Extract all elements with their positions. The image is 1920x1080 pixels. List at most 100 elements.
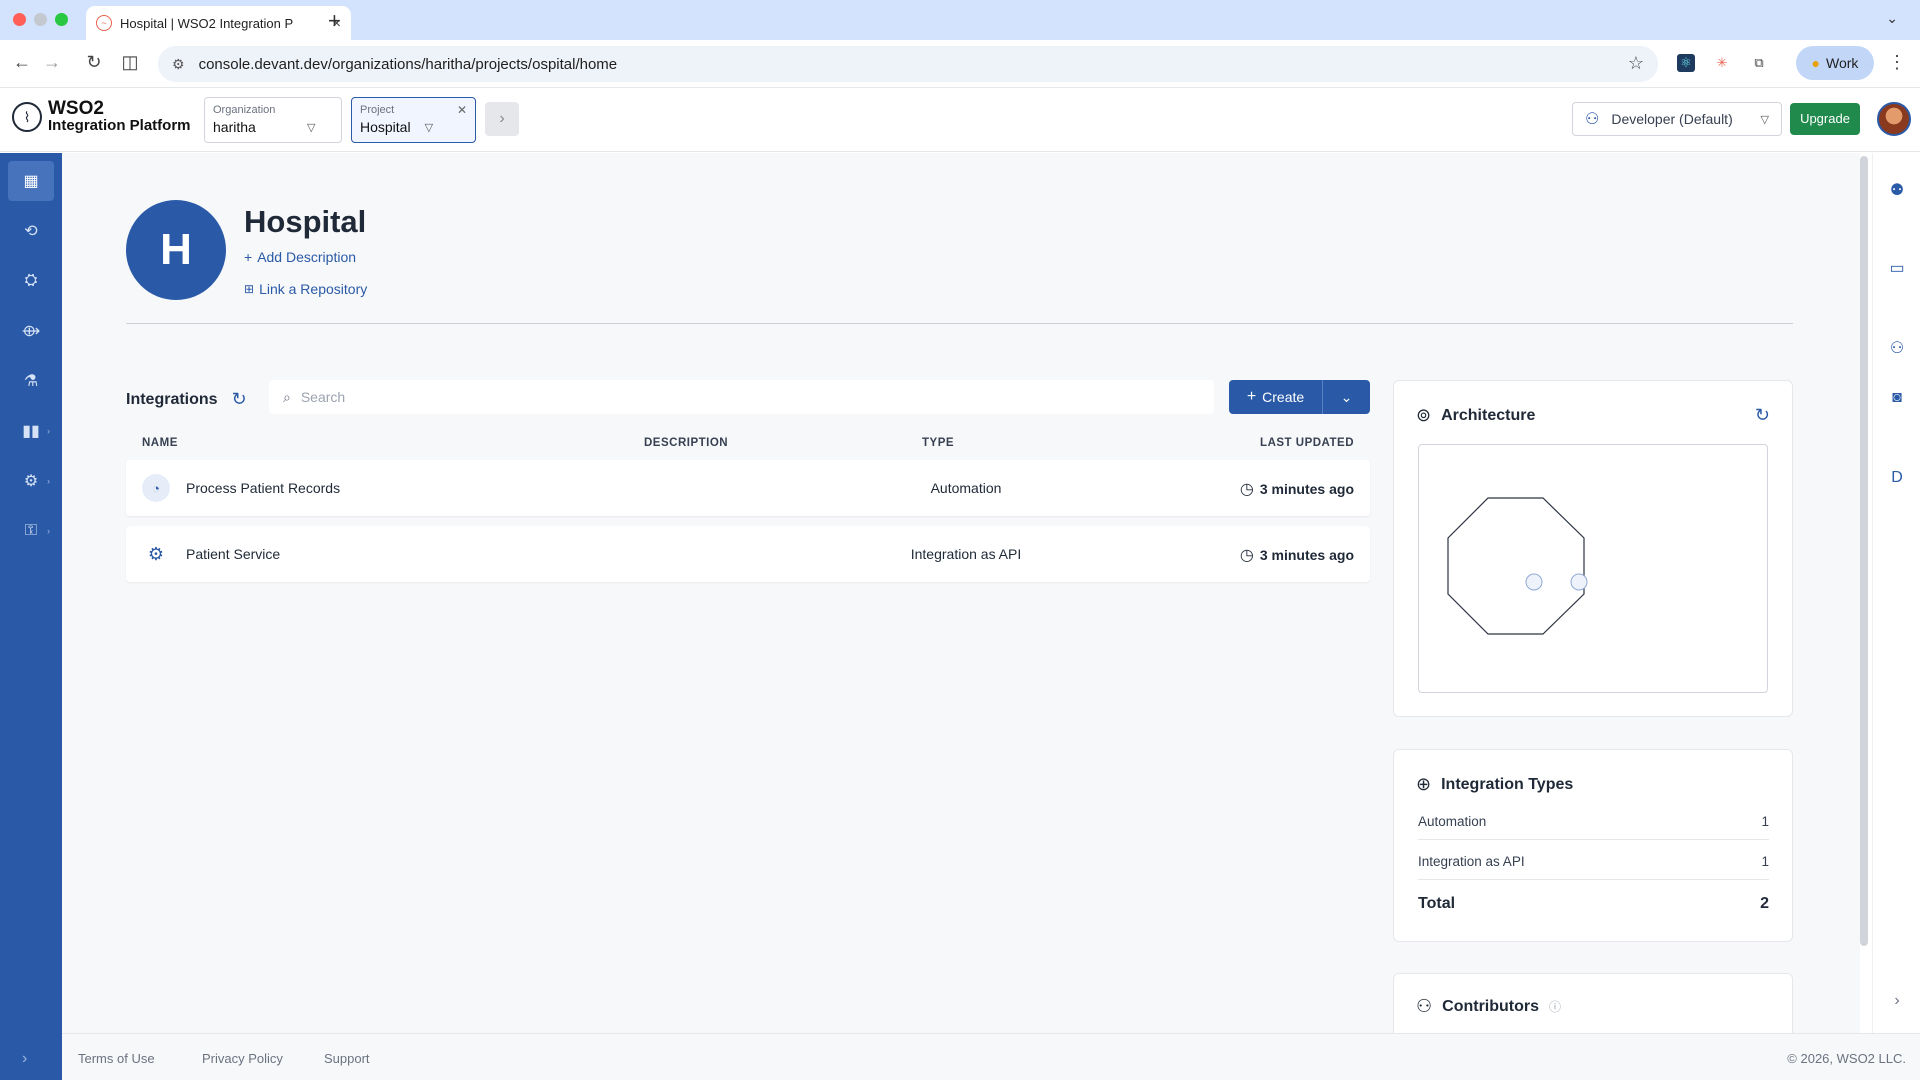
download-circle-icon: ⊕ [1416, 774, 1432, 794]
support-agent-icon[interactable]: ⚇ [1885, 337, 1909, 361]
user-avatar[interactable] [1877, 102, 1911, 136]
wso2-favicon-icon: ~ [96, 15, 112, 31]
ai-assistant-icon[interactable]: ⚉ [1885, 179, 1909, 203]
logo-line2: Integration Platform [48, 117, 191, 134]
header-divider [126, 323, 1793, 324]
insights-nav-icon[interactable]: ▮▮ › [8, 411, 54, 451]
type-label: Integration as API [1418, 854, 1525, 869]
organization-label: Organization [213, 104, 276, 116]
project-avatar: H [126, 200, 226, 300]
type-count: 1 [1761, 814, 1769, 829]
integration-name: Process Patient Records [186, 480, 341, 496]
terms-link[interactable]: Terms of Use [78, 1051, 155, 1066]
extension-react-icon[interactable]: ⚛ [1677, 54, 1695, 72]
inbox-icon[interactable]: ▭ [1885, 257, 1909, 281]
search-placeholder: Search [300, 389, 346, 405]
upgrade-button[interactable]: Upgrade [1790, 103, 1860, 135]
collapse-rail-icon[interactable]: › [1885, 989, 1909, 1013]
discord-icon[interactable]: ◙ [1885, 386, 1909, 410]
column-header-type: TYPE [922, 437, 955, 449]
back-icon[interactable]: ← [10, 52, 34, 73]
clock-icon: ◷ [1239, 547, 1254, 564]
contributors-title: Contributors [1442, 997, 1540, 1015]
architecture-diagram[interactable] [1418, 444, 1768, 693]
flask-nav-icon[interactable]: ⚗ [8, 361, 54, 401]
address-bar[interactable]: ⚙ console.devant.dev/organizations/harit… [158, 46, 1658, 82]
expand-sidebar-icon[interactable]: › [22, 1050, 27, 1068]
wso2-logo[interactable]: ⌇ WSO2 Integration Platform [12, 99, 191, 134]
new-tab-icon[interactable]: + [328, 8, 341, 34]
main-content: H Hospital + Add Description ⊞ Link a Re… [62, 153, 1860, 1053]
reload-icon[interactable]: ↻ [82, 52, 106, 73]
repository-icon: ⊞ [244, 282, 255, 296]
integration-name: Patient Service [186, 546, 281, 562]
column-header-last-updated: LAST UPDATED [1260, 437, 1354, 449]
type-label: Automation [1418, 814, 1487, 829]
api-node-icon[interactable] [1570, 573, 1588, 591]
create-dropdown-chevron-icon[interactable]: ⌄ [1323, 380, 1370, 414]
clock-icon: ◷ [1239, 481, 1254, 498]
test-nav-icon[interactable]: ⛭ [8, 261, 54, 301]
column-header-description: DESCRIPTION [644, 437, 729, 449]
extension-claude-icon[interactable]: ✳ [1713, 54, 1731, 72]
organization-value: haritha [213, 119, 256, 135]
info-icon[interactable]: ⓘ [1549, 998, 1561, 1015]
automation-node-icon[interactable] [1525, 573, 1543, 591]
project-value: Hospital [360, 119, 411, 135]
table-header: NAME DESCRIPTION TYPE LAST UPDATED [126, 433, 1370, 457]
browser-tabbar: ~ Hospital | WSO2 Integration P × + ⌄ [0, 0, 1920, 40]
profile-avatar-icon: ● [1811, 55, 1821, 71]
privacy-link[interactable]: Privacy Policy [202, 1051, 283, 1066]
browser-menu-icon[interactable]: ⋮ [1888, 52, 1906, 73]
browser-tab[interactable]: ~ Hospital | WSO2 Integration P × [86, 6, 351, 40]
bookmark-star-icon[interactable]: ☆ [1628, 53, 1644, 74]
plus-icon: + [244, 249, 253, 265]
environment-value: Developer (Default) [1611, 111, 1733, 127]
api-gear-icon: ⚙ [147, 543, 165, 564]
add-description-link[interactable]: + Add Description [244, 249, 356, 265]
contributors-users-icon: ⚇ [1416, 996, 1433, 1016]
create-button[interactable]: + Create [1229, 380, 1323, 414]
connections-nav-icon[interactable]: ⟴ [8, 311, 54, 351]
settings-nav-icon[interactable]: ⚙ › [8, 461, 54, 501]
architecture-title: Architecture [1441, 406, 1536, 424]
table-row[interactable]: ◔ Process Patient Records Automation ◷ 3… [126, 460, 1370, 516]
left-sidebar: ▦ ⟲ ⛭ ⟴ ⚗ ▮▮ › ⚙ › ⚿ › › [0, 153, 62, 1080]
environment-users-icon: ⚇ [1585, 111, 1600, 128]
create-button-group: + Create ⌄ [1229, 380, 1370, 414]
minimize-window-button[interactable] [34, 13, 47, 26]
forward-icon[interactable]: → [40, 52, 64, 73]
extensions-puzzle-icon[interactable]: ⧉ [1750, 54, 1768, 72]
refresh-integrations-icon[interactable]: ↻ [232, 389, 247, 410]
next-level-button[interactable]: › [485, 102, 519, 136]
deploy-nav-icon[interactable]: ⟲ [8, 211, 54, 251]
project-label: Project [360, 104, 395, 116]
site-info-icon[interactable]: ⚙ [172, 56, 185, 73]
admin-nav-icon[interactable]: ⚿ › [8, 511, 54, 551]
refresh-architecture-icon[interactable]: ↻ [1755, 405, 1770, 426]
maximize-window-button[interactable] [55, 13, 68, 26]
link-repository-link[interactable]: ⊞ Link a Repository [244, 281, 367, 297]
environment-selector[interactable]: ⚇ Developer (Default) ▽ [1572, 102, 1782, 136]
search-input[interactable]: ⌕ Search [269, 380, 1214, 414]
overview-nav-icon[interactable]: ▦ [8, 161, 54, 201]
close-window-button[interactable] [13, 13, 26, 26]
architecture-card: ⊚ Architecture ↻ [1393, 380, 1793, 717]
organization-selector[interactable]: Organization haritha ▽ [204, 97, 342, 143]
split-view-icon[interactable]: ◫ [118, 52, 142, 73]
chevron-down-icon: ▽ [307, 121, 316, 134]
search-icon: ⌕ [283, 388, 291, 405]
table-row[interactable]: ⚙ Patient Service Integration as API ◷ 3… [126, 526, 1370, 582]
main-scrollbar[interactable] [1860, 156, 1868, 946]
profile-button[interactable]: ● Work [1796, 46, 1874, 80]
clear-project-icon[interactable]: ✕ [457, 103, 467, 117]
type-row-api: Integration as API 1 [1418, 854, 1769, 880]
tab-search-chevron-icon[interactable]: ⌄ [1886, 10, 1898, 27]
support-link[interactable]: Support [324, 1051, 370, 1066]
project-selector[interactable]: Project Hospital ▽ ✕ [351, 97, 476, 143]
create-label: Create [1262, 389, 1305, 405]
copyright-text: © 2026, WSO2 LLC. [1787, 1051, 1906, 1066]
docs-icon[interactable]: D [1885, 466, 1909, 490]
project-boundary-octagon [1447, 497, 1585, 635]
type-row-total: Total 2 [1418, 895, 1769, 923]
